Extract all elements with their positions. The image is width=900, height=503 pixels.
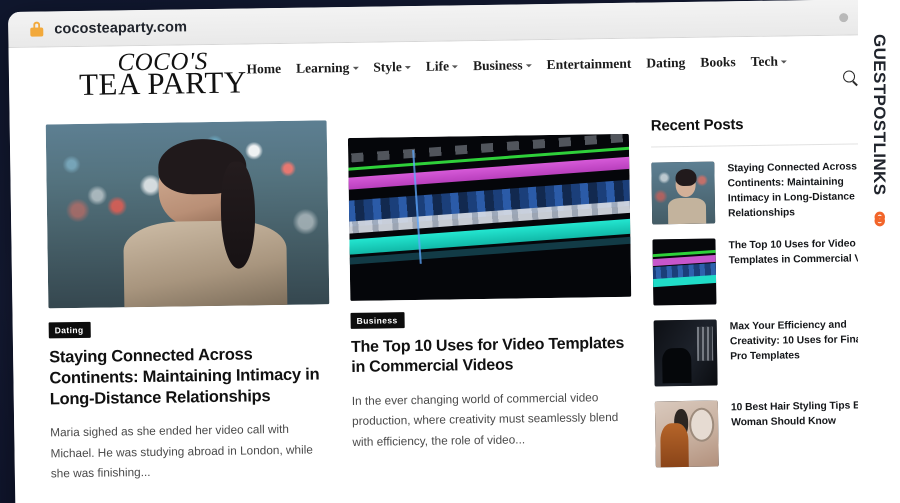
address-bar-url[interactable]: cocosteaparty.com	[54, 19, 187, 37]
nav-item-business[interactable]: Business	[473, 57, 532, 74]
article-thumbnail-woman-on-city-street[interactable]	[45, 120, 330, 309]
nav-label: Tech	[750, 53, 779, 69]
chevron-down-icon	[404, 66, 411, 70]
padlock-icon	[30, 21, 44, 37]
nav-label: Style	[373, 59, 402, 75]
browser-window: cocosteaparty.com COCO'S TEA PARTY Home …	[8, 0, 900, 503]
nav-label: Books	[700, 54, 736, 70]
nav-item-home[interactable]: Home	[246, 61, 281, 78]
category-badge[interactable]: Business	[350, 312, 405, 329]
recent-post-item[interactable]: Max Your Efficiency and Creativity: 10 U…	[653, 302, 889, 387]
nav-label: Business	[472, 57, 523, 74]
search-icon[interactable]	[842, 70, 856, 83]
page-content: Dating Staying Connected Across Continen…	[9, 90, 900, 485]
logo-line-2: TEA PARTY	[78, 64, 248, 103]
nav-item-style[interactable]: Style	[373, 59, 411, 76]
recent-post-thumbnail-video-editing-timeline[interactable]	[652, 238, 717, 306]
article-excerpt: In the ever changing world of commercial…	[351, 390, 619, 449]
recent-post-item[interactable]: 10 Best Hair Styling Tips Every Woman Sh…	[654, 383, 891, 468]
main-navigation: Home Learning Style Life Business Entert…	[246, 53, 787, 83]
sidebar: Recent Posts Staying Connected Across Co…	[650, 112, 891, 475]
nav-label: Life	[425, 58, 450, 74]
brand-name: GUESTPOSTLINKS	[870, 34, 889, 196]
category-badge[interactable]: Dating	[48, 321, 91, 339]
article-title[interactable]: The Top 10 Uses for Video Templates in C…	[351, 334, 633, 379]
window-dot[interactable]	[839, 12, 849, 22]
recent-post-thumbnail-person-at-dark-editing-desk[interactable]	[653, 319, 718, 387]
nav-item-learning[interactable]: Learning	[295, 59, 359, 77]
nav-item-tech[interactable]: Tech	[751, 53, 787, 70]
article-thumbnail-video-editing-timeline[interactable]	[347, 133, 632, 301]
nav-item-books[interactable]: Books	[700, 54, 736, 71]
screenshot-stage: cocosteaparty.com COCO'S TEA PARTY Home …	[0, 0, 900, 503]
chevron-down-icon	[780, 60, 787, 64]
chevron-down-icon	[525, 64, 532, 68]
recent-post-item[interactable]: Staying Connected Across Continents: Mai…	[651, 144, 887, 225]
articles-column: Dating Staying Connected Across Continen…	[45, 116, 634, 484]
site-logo[interactable]: COCO'S TEA PARTY	[78, 49, 248, 103]
article-card[interactable]: Business The Top 10 Uses for Video Templ…	[347, 116, 634, 479]
chevron-down-icon	[452, 65, 459, 69]
recent-posts-heading: Recent Posts	[650, 113, 887, 148]
nav-item-life[interactable]: Life	[425, 58, 459, 74]
chain-link-icon: ⚭	[864, 207, 895, 232]
recent-post-item[interactable]: The Top 10 Uses for Video Templates in C…	[652, 221, 888, 306]
nav-item-entertainment[interactable]: Entertainment	[547, 56, 632, 73]
nav-label: Home	[246, 60, 282, 77]
chevron-down-icon	[352, 66, 359, 70]
nav-label: Learning	[295, 59, 350, 76]
article-excerpt: Maria sighed as she ended her video call…	[50, 422, 313, 481]
article-card[interactable]: Dating Staying Connected Across Continen…	[45, 120, 332, 483]
guestpostlinks-brand-rail: GUESTPOSTLINKS ⚭	[858, 0, 900, 503]
recent-post-thumbnail-hair-salon-mirror[interactable]	[654, 400, 719, 468]
nav-item-dating[interactable]: Dating	[646, 55, 685, 72]
nav-label: Dating	[646, 54, 686, 71]
recent-post-thumbnail-woman-on-city-street[interactable]	[651, 161, 716, 225]
article-title[interactable]: Staying Connected Across Continents: Mai…	[49, 343, 331, 410]
nav-label: Entertainment	[546, 55, 632, 73]
